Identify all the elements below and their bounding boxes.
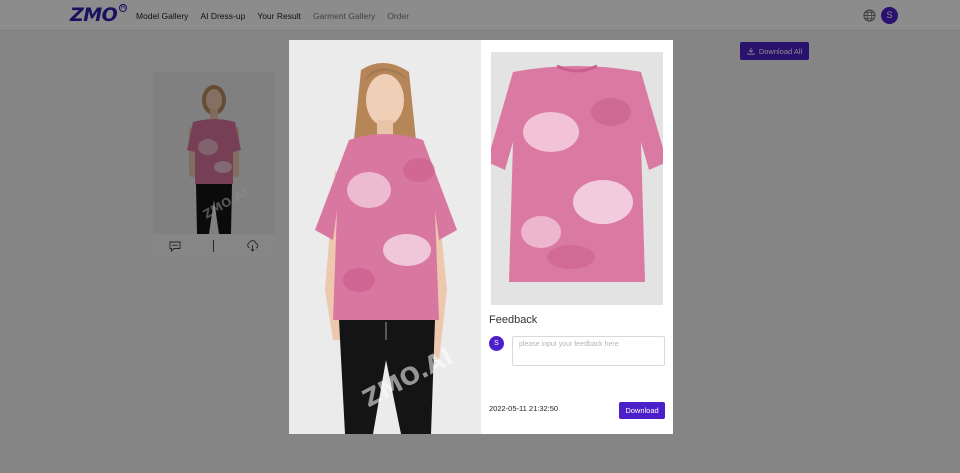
svg-text:ZMO.AI: ZMO.AI — [358, 342, 457, 413]
garment-preview — [491, 52, 663, 305]
feedback-title: Feedback — [489, 314, 538, 326]
modal-info-panel: Feedback S 2022-05-11 21:32:50 Download — [481, 40, 673, 434]
result-detail-modal: ZMO.AI Feedback S 2022-05-11 21:32:50 Do… — [289, 40, 673, 434]
garment-image — [491, 52, 663, 305]
model-preview: ZMO.AI — [289, 40, 481, 434]
feedback-avatar: S — [489, 336, 504, 351]
model-watermark: ZMO.AI — [358, 342, 457, 413]
feedback-input[interactable] — [512, 336, 665, 366]
result-timestamp: 2022-05-11 21:32:50 — [489, 404, 559, 413]
download-button[interactable]: Download — [619, 402, 665, 419]
